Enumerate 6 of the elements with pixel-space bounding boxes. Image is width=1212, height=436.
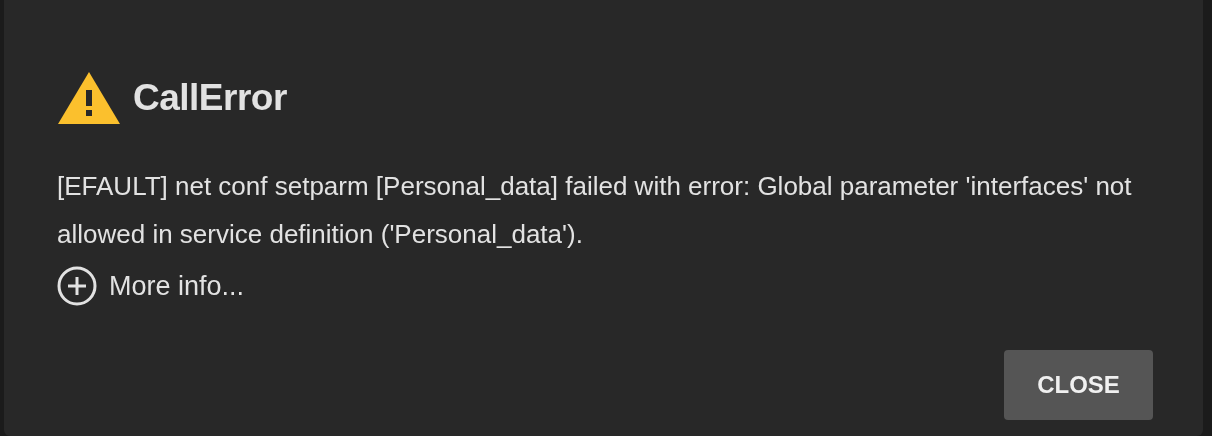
error-message: [EFAULT] net conf setparm [Personal_data] failed with error: Global parameter 'interfaces' not allowed in service definition ('Personal_data'). [57,170,1133,251]
dialog-title: CallError [133,77,287,119]
more-info-toggle[interactable]: More info... [57,266,245,306]
plus-circle-icon [57,266,97,306]
close-button[interactable]: CLOSE [1004,350,1153,420]
warning-icon [57,70,121,126]
